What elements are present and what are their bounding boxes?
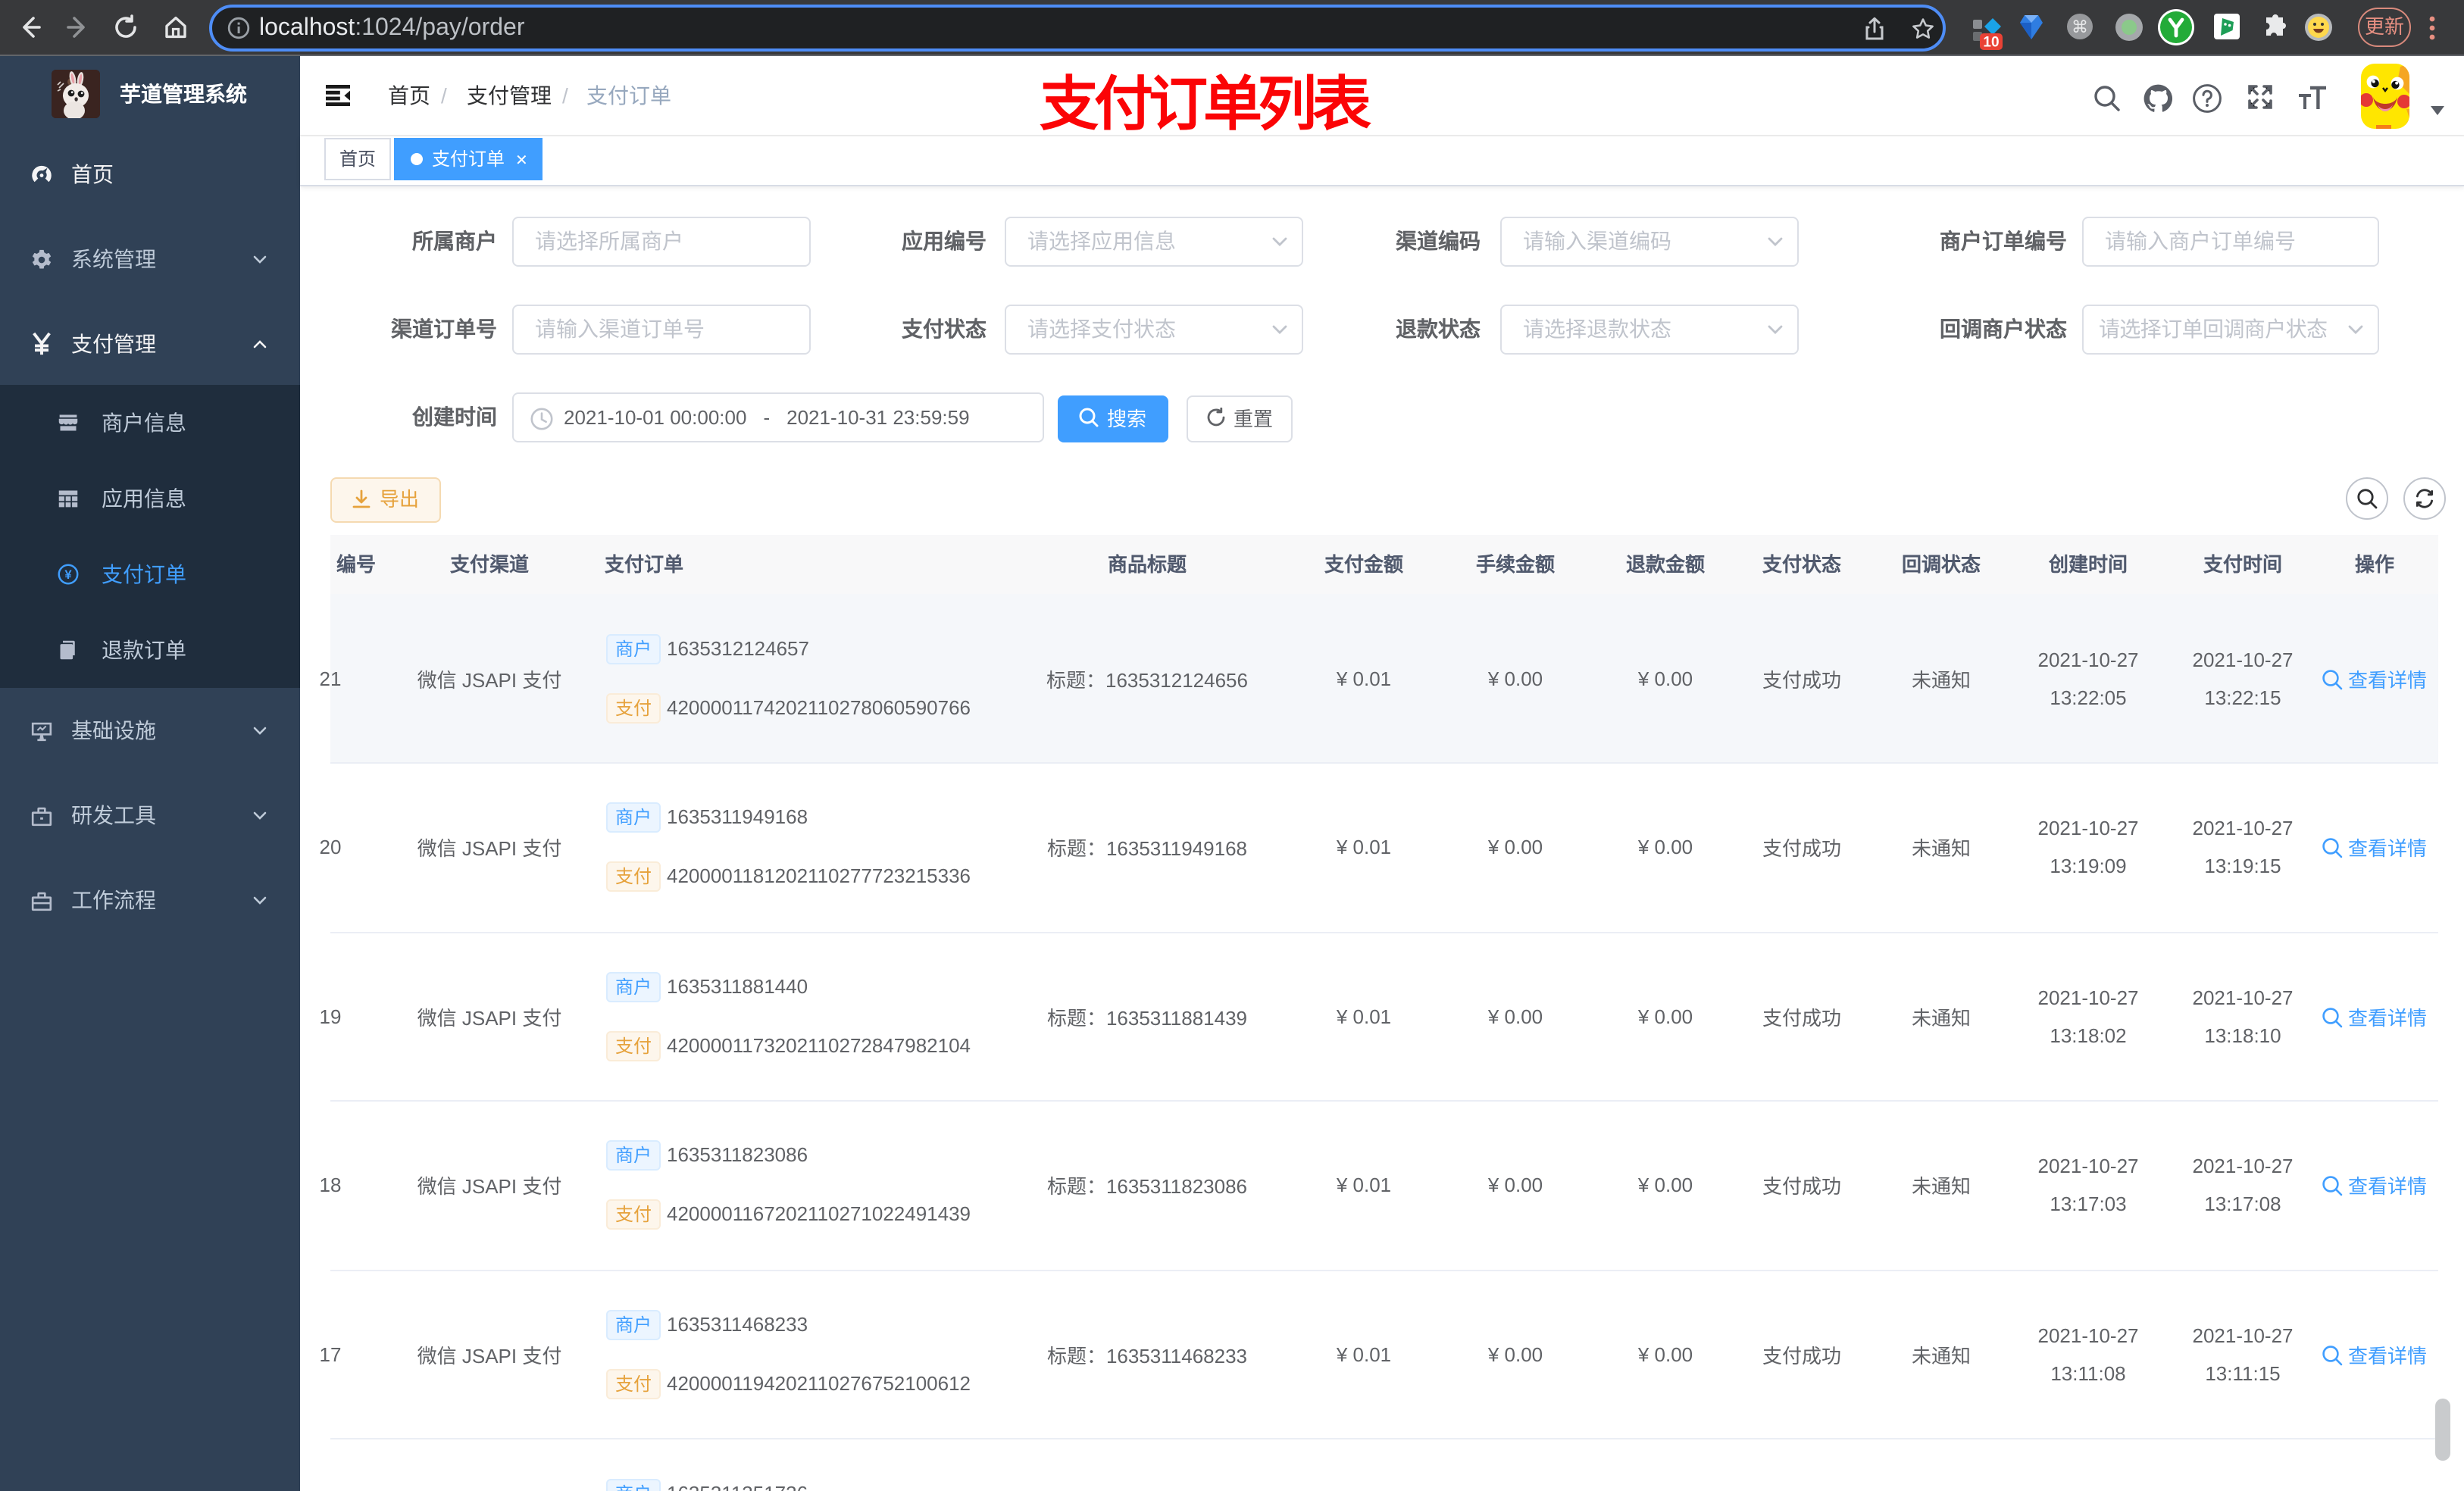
svg-text:⌘: ⌘	[2072, 17, 2088, 36]
svg-text:¥: ¥	[64, 567, 72, 582]
svg-text:10: 10	[1983, 35, 1999, 50]
